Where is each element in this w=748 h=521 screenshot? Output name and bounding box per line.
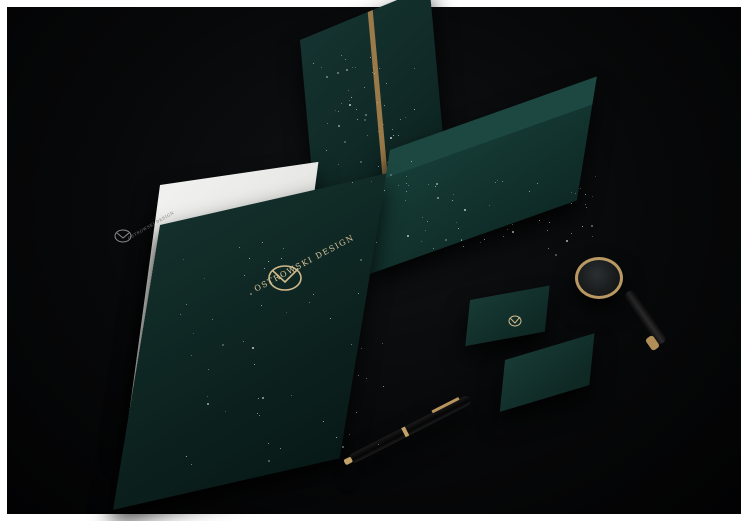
speckle-dot: [565, 239, 568, 242]
notebook-elastic-band: [367, 10, 388, 177]
speckle-dot: [334, 109, 336, 111]
speckle-dot: [322, 421, 324, 423]
speckle-dot: [413, 67, 415, 69]
speckle-dot: [185, 455, 187, 457]
speckle-dot: [347, 89, 349, 91]
speckle-dot: [581, 225, 583, 227]
speckle-dot: [370, 181, 372, 183]
pen-ring: [401, 426, 410, 438]
speckle-dot: [191, 354, 193, 356]
speckle-dot: [382, 123, 384, 125]
speckle-dot: [461, 239, 463, 241]
speckle-dot: [594, 176, 596, 178]
speckle-dot: [382, 386, 384, 388]
speckle-dot: [424, 229, 426, 231]
speckle-dot: [372, 66, 374, 68]
speckle-dot: [506, 229, 508, 231]
speckle-dot: [590, 224, 593, 227]
speckle-dot: [193, 332, 195, 334]
speckle-dot: [592, 235, 594, 237]
speckle-dot: [536, 182, 538, 184]
speckle-dot: [378, 165, 380, 167]
speckle-dot: [351, 343, 353, 345]
speckle-dot: [348, 103, 351, 106]
speckle-dot: [365, 377, 367, 379]
speckle-dot: [313, 293, 315, 295]
speckle-dot: [203, 277, 205, 279]
speckle-dot: [357, 292, 359, 294]
speckle-dot: [190, 463, 192, 465]
speckle-dot: [584, 203, 586, 205]
speckle-dot: [383, 105, 385, 107]
speckle-dot: [436, 197, 439, 200]
speckle-dot: [224, 410, 226, 412]
speckle-dot: [377, 101, 378, 103]
speckle-dot: [381, 342, 383, 344]
speckle-dot: [538, 219, 540, 221]
magnifying-glass-icon: [575, 257, 623, 299]
speckle-dot: [383, 189, 385, 191]
speckle-dot: [420, 241, 422, 243]
letterhead-logo-icon: [114, 229, 132, 243]
speckle-dot: [377, 130, 379, 132]
speckle-dot: [405, 116, 407, 118]
speckle-dot: [257, 397, 259, 399]
speckle-dot: [267, 260, 269, 262]
speckle-dot: [392, 134, 394, 136]
speckle-dot: [263, 267, 265, 269]
card-logo-icon: [508, 315, 522, 327]
speckle-dot: [238, 246, 240, 248]
speckle-dot: [348, 99, 350, 101]
speckle-dot: [341, 446, 344, 449]
speckle-dot: [435, 182, 438, 185]
speckle-dot: [462, 245, 464, 247]
speckle-dot: [350, 96, 352, 98]
speckle-dot: [363, 119, 366, 122]
speckle-dot: [222, 343, 224, 346]
speckle-dot: [182, 258, 184, 260]
speckle-dot: [249, 292, 252, 295]
speckle-dot: [261, 396, 264, 399]
speckle-dot: [359, 160, 362, 163]
speckle-dot: [432, 247, 434, 249]
speckle-dot: [338, 124, 341, 127]
speckle-dot: [292, 266, 294, 268]
stationery-mockup-photo: OSTROWSKI DESIGN OSTROWSKI DESIGN: [0, 0, 748, 521]
speckle-dot: [355, 108, 357, 110]
speckle-dot: [546, 229, 548, 231]
speckle-dot: [549, 221, 551, 223]
speckle-dot: [483, 239, 485, 241]
speckle-dot: [391, 128, 393, 130]
speckle-dot: [405, 182, 407, 184]
speckle-dot: [547, 247, 549, 249]
speckle-dot: [378, 443, 380, 445]
speckle-dot: [375, 241, 377, 243]
speckle-dot: [290, 394, 292, 396]
speckle-dot: [355, 411, 357, 413]
speckle-dot: [364, 113, 367, 116]
speckle-dot: [325, 75, 328, 78]
